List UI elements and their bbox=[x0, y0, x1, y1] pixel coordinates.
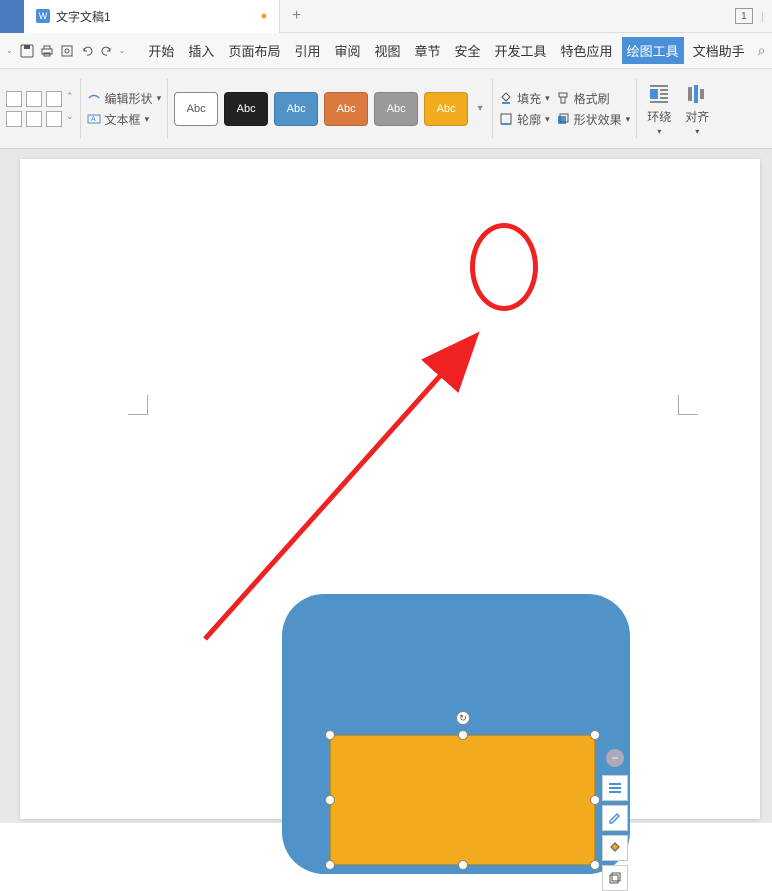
curve-shape[interactable] bbox=[6, 111, 22, 127]
format-group: 格式刷 形状效果 ▾ bbox=[556, 90, 631, 128]
styles-more[interactable]: ▾ bbox=[474, 103, 486, 114]
handle-tr[interactable] bbox=[590, 730, 600, 740]
canvas[interactable]: ↻ − bbox=[0, 149, 772, 823]
new-tab-button[interactable]: + bbox=[280, 0, 313, 33]
tab-start[interactable]: 开始 bbox=[143, 37, 179, 64]
tab-reference[interactable]: 引用 bbox=[289, 37, 325, 64]
redo-icon[interactable] bbox=[99, 43, 115, 59]
style-blue[interactable]: Abc bbox=[274, 92, 318, 126]
edit-shape-button[interactable]: 编辑形状 ▾ bbox=[87, 90, 162, 107]
quick-toolbar: ⌄ ⌄ 开始 插入 页面布局 引用 审阅 视图 章节 安全 开发工具 特色应用 … bbox=[0, 33, 772, 69]
print-icon[interactable] bbox=[39, 43, 55, 59]
line-shape[interactable] bbox=[6, 91, 22, 107]
yellow-rect-selected[interactable] bbox=[330, 735, 595, 865]
shape-palette: ⌃ ⌄ bbox=[6, 91, 74, 127]
app-icon bbox=[0, 0, 24, 33]
chevron-down-icon[interactable]: ⌄ bbox=[119, 46, 126, 55]
tab-doc-helper[interactable]: 文档助手 bbox=[688, 37, 750, 64]
margin-corner-tl bbox=[128, 395, 148, 415]
handle-mr[interactable] bbox=[590, 795, 600, 805]
fill-group: 填充 ▾ 轮廓 ▾ bbox=[499, 90, 550, 128]
handle-tl[interactable] bbox=[325, 730, 335, 740]
format-painter-button[interactable]: 格式刷 bbox=[556, 90, 631, 107]
page: ↻ − bbox=[20, 159, 760, 819]
handle-tc[interactable] bbox=[458, 730, 468, 740]
floating-toolbar: − bbox=[602, 749, 628, 891]
shape-effects-button[interactable]: 形状效果 ▾ bbox=[556, 111, 631, 128]
doc-icon: W bbox=[36, 9, 50, 23]
shape-styles: Abc Abc Abc Abc Abc Abc ▾ bbox=[174, 92, 486, 126]
fill-tool-icon[interactable] bbox=[602, 835, 628, 861]
annotation-circle bbox=[470, 223, 538, 311]
ribbon: ⌃ ⌄ 编辑形状 ▾ A 文本框 ▾ Abc Abc Abc Abc Abc A… bbox=[0, 69, 772, 149]
arrow-shape[interactable] bbox=[46, 91, 62, 107]
circle-shape[interactable] bbox=[46, 111, 62, 127]
tab-security[interactable]: 安全 bbox=[450, 37, 486, 64]
style-black[interactable]: Abc bbox=[224, 92, 268, 126]
handle-br[interactable] bbox=[590, 860, 600, 870]
tab-view[interactable]: 视图 bbox=[369, 37, 405, 64]
tab-layout[interactable]: 页面布局 bbox=[223, 37, 285, 64]
search-icon[interactable]: ⌕ bbox=[758, 42, 766, 59]
style-orange[interactable]: Abc bbox=[324, 92, 368, 126]
handle-ml[interactable] bbox=[325, 795, 335, 805]
align-button[interactable]: 对齐▾ bbox=[681, 82, 713, 136]
titlebar: W 文字文稿1 • + 1 | bbox=[0, 0, 772, 33]
elbow-shape[interactable] bbox=[26, 91, 42, 107]
handle-bc[interactable] bbox=[458, 860, 468, 870]
title-separator: | bbox=[761, 9, 764, 23]
tab-chapter[interactable]: 章节 bbox=[410, 37, 446, 64]
edit-shape-group: 编辑形状 ▾ A 文本框 ▾ bbox=[87, 90, 162, 128]
document-tab[interactable]: W 文字文稿1 • bbox=[24, 0, 280, 33]
collapse-icon[interactable]: − bbox=[606, 749, 624, 767]
tab-special[interactable]: 特色应用 bbox=[556, 37, 618, 64]
handle-bl[interactable] bbox=[325, 860, 335, 870]
svg-text:A: A bbox=[91, 116, 96, 123]
tab-drawing-tools[interactable]: 绘图工具 bbox=[622, 37, 684, 64]
plus-icon: + bbox=[292, 7, 301, 25]
rotate-handle[interactable]: ↻ bbox=[456, 711, 470, 725]
textbox-button[interactable]: A 文本框 ▾ bbox=[87, 111, 162, 128]
style-white[interactable]: Abc bbox=[174, 92, 218, 126]
modified-indicator: • bbox=[261, 7, 267, 25]
style-gray[interactable]: Abc bbox=[374, 92, 418, 126]
layout-options-icon[interactable] bbox=[602, 775, 628, 801]
undo-icon[interactable] bbox=[79, 43, 95, 59]
doc-count[interactable]: 1 bbox=[735, 8, 753, 24]
outline-button[interactable]: 轮廓 ▾ bbox=[499, 111, 550, 128]
style-yellow[interactable]: Abc bbox=[424, 92, 468, 126]
save-icon[interactable] bbox=[19, 43, 35, 59]
margin-corner-tr bbox=[678, 395, 698, 415]
tab-review[interactable]: 审阅 bbox=[329, 37, 365, 64]
wrap-button[interactable]: 环绕▾ bbox=[643, 82, 675, 136]
curve2-shape[interactable] bbox=[26, 111, 42, 127]
menu-tabs: 开始 插入 页面布局 引用 审阅 视图 章节 安全 开发工具 特色应用 绘图工具… bbox=[143, 37, 749, 64]
chevron-down-icon[interactable]: ⌄ bbox=[6, 46, 13, 55]
fill-button[interactable]: 填充 ▾ bbox=[499, 90, 550, 107]
copy-icon[interactable] bbox=[602, 865, 628, 891]
tab-insert[interactable]: 插入 bbox=[183, 37, 219, 64]
tab-dev[interactable]: 开发工具 bbox=[490, 37, 552, 64]
preview-icon[interactable] bbox=[59, 43, 75, 59]
edit-icon[interactable] bbox=[602, 805, 628, 831]
tab-title: 文字文稿1 bbox=[56, 8, 111, 25]
